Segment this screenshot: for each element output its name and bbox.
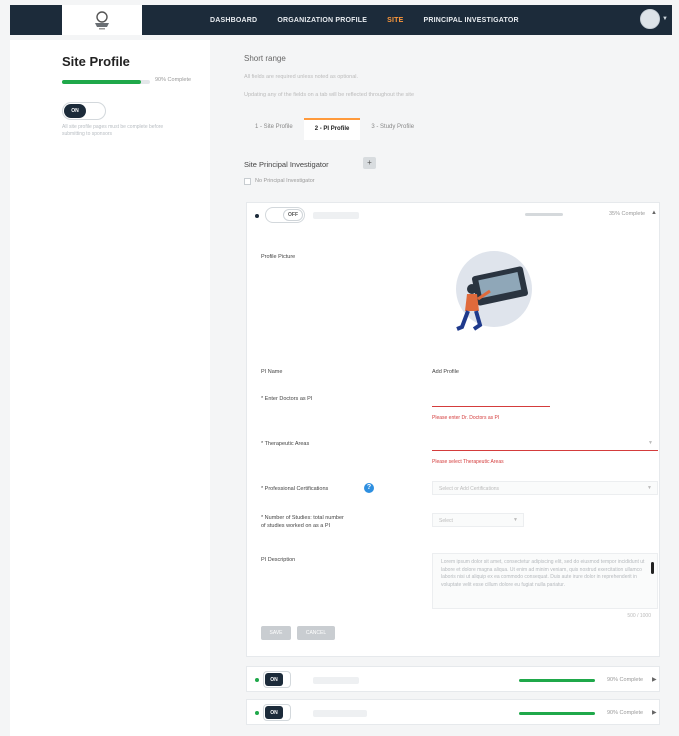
nav-dashboard[interactable]: DASHBOARD <box>210 17 257 24</box>
profile-picture-illustration[interactable] <box>432 249 542 349</box>
no-pi-checkbox-label: No Principal Investigator <box>255 178 315 184</box>
pi-description-textarea[interactable]: Lorem ipsum dolor sit amet, consectetur … <box>432 553 658 609</box>
page-subtitle-2: Updating any of the fields on a tab will… <box>244 92 414 98</box>
pi-name-placeholder <box>313 212 359 219</box>
expand-icon[interactable]: ▶ <box>652 676 657 683</box>
number-of-studies-label-line2: of studies worked on as a PI <box>261 523 331 529</box>
card1-toggle[interactable]: ON <box>263 671 291 688</box>
site-toggle-knob: ON <box>64 104 86 118</box>
field-enter-doctors-label: * Enter Doctors as PI <box>261 396 313 402</box>
cancel-button[interactable]: CANCEL <box>297 626 335 640</box>
status-dot <box>255 711 259 715</box>
chevron-down-icon: ▼ <box>647 485 652 491</box>
tab-site-profile[interactable]: 1 - Site Profile <box>244 118 304 140</box>
main-nav: DASHBOARD ORGANIZATION PROFILE SITE PRIN… <box>210 5 539 35</box>
profile-tabs: 1 - Site Profile 2 - PI Profile 3 - Stud… <box>244 118 425 140</box>
nav-site[interactable]: SITE <box>387 17 403 24</box>
chevron-down-icon: ▼ <box>648 440 653 446</box>
site-progress-label: 90% Complete <box>155 77 192 83</box>
tab-study-profile[interactable]: 3 - Study Profile <box>360 118 425 140</box>
logo-icon <box>95 11 109 30</box>
pi-card-toggle-knob: OFF <box>283 209 303 221</box>
add-pi-button[interactable]: + <box>363 157 376 169</box>
chevron-down-icon[interactable]: ▼ <box>662 16 668 22</box>
collapse-icon[interactable]: ▲ <box>651 210 657 216</box>
pi-progress-track <box>525 213 563 216</box>
enter-doctors-error: Please enter Dr. Doctors as PI <box>432 415 500 421</box>
expand-icon[interactable]: ▶ <box>652 709 657 716</box>
site-progress-bar <box>62 80 150 84</box>
investigator-card-2[interactable]: ON 90% Complete ▶ <box>246 699 660 725</box>
profile-picture-label: Profile Picture <box>261 254 296 260</box>
number-of-studies-select[interactable]: Select ▼ <box>432 513 524 527</box>
card2-progress-label: 90% Complete <box>607 710 644 716</box>
therapeutic-areas-error: Please select Therapeutic Areas <box>432 459 504 465</box>
save-button[interactable]: SAVE <box>261 626 291 640</box>
sidebar-title: Site Profile <box>62 54 130 69</box>
status-dot <box>255 214 259 218</box>
char-count: 500 / 1000 <box>627 613 651 619</box>
number-of-studies-placeholder: Select <box>439 518 453 524</box>
pi-card: OFF 35% Complete ▲ Profile Picture PI Na… <box>246 202 660 657</box>
enter-doctors-input[interactable] <box>432 393 550 407</box>
card1-progress-label: 90% Complete <box>607 677 644 683</box>
tab-pi-profile[interactable]: 2 - PI Profile <box>303 118 361 140</box>
pi-progress-label: 35% Complete <box>609 211 646 217</box>
certifications-placeholder: Select or Add Certifications <box>439 486 500 492</box>
user-avatar[interactable] <box>640 9 660 29</box>
section-heading: Site Principal Investigator <box>244 160 329 169</box>
site-progress-fill <box>62 80 142 84</box>
textarea-scrollbar[interactable] <box>651 562 654 574</box>
pi-card-toggle[interactable]: OFF <box>265 207 305 223</box>
number-of-studies-label-line1: * Number of Studies: total number <box>261 515 344 521</box>
pi-name-value[interactable]: Add Profile <box>432 369 459 375</box>
card2-toggle-knob: ON <box>265 706 283 719</box>
therapeutic-areas-label: * Therapeutic Areas <box>261 441 310 447</box>
top-nav-bar: DASHBOARD ORGANIZATION PROFILE SITE PRIN… <box>10 5 672 35</box>
card1-toggle-knob: ON <box>265 673 283 686</box>
pi-name-label: PI Name <box>261 369 283 375</box>
no-pi-checkbox[interactable] <box>244 178 251 185</box>
page-title: Short range <box>244 54 286 63</box>
certifications-label: * Professional Certifications <box>261 486 329 492</box>
page-subtitle-1: All fields are required unless noted as … <box>244 74 359 80</box>
card2-toggle[interactable]: ON <box>263 704 291 721</box>
card2-progress-fill <box>519 712 595 715</box>
help-icon[interactable]: ? <box>364 483 374 493</box>
site-profile-sidebar: Site Profile 90% Complete ON All site pr… <box>10 40 210 736</box>
certifications-select[interactable]: Select or Add Certifications ▼ <box>432 481 658 495</box>
therapeutic-areas-select[interactable]: ▼ <box>432 437 658 451</box>
investigator-name-placeholder <box>313 677 359 684</box>
main-content: Short range All fields are required unle… <box>218 40 672 736</box>
card1-progress-fill <box>519 679 595 682</box>
chevron-down-icon: ▼ <box>513 517 518 523</box>
app-logo[interactable] <box>62 5 142 35</box>
investigator-name-placeholder <box>313 710 367 717</box>
investigator-card-1[interactable]: ON 90% Complete ▶ <box>246 666 660 692</box>
site-toggle[interactable]: ON <box>62 102 106 120</box>
pi-description-label: PI Description <box>261 557 296 563</box>
nav-organization-profile[interactable]: ORGANIZATION PROFILE <box>277 17 367 24</box>
sidebar-note-line2: submitting to sponsors <box>62 131 113 137</box>
sidebar-note-line1: All site profile pages must be complete … <box>62 124 164 130</box>
pi-description-text: Lorem ipsum dolor sit amet, consectetur … <box>441 559 645 588</box>
status-dot <box>255 678 259 682</box>
nav-principal-investigator[interactable]: PRINCIPAL INVESTIGATOR <box>423 17 518 24</box>
